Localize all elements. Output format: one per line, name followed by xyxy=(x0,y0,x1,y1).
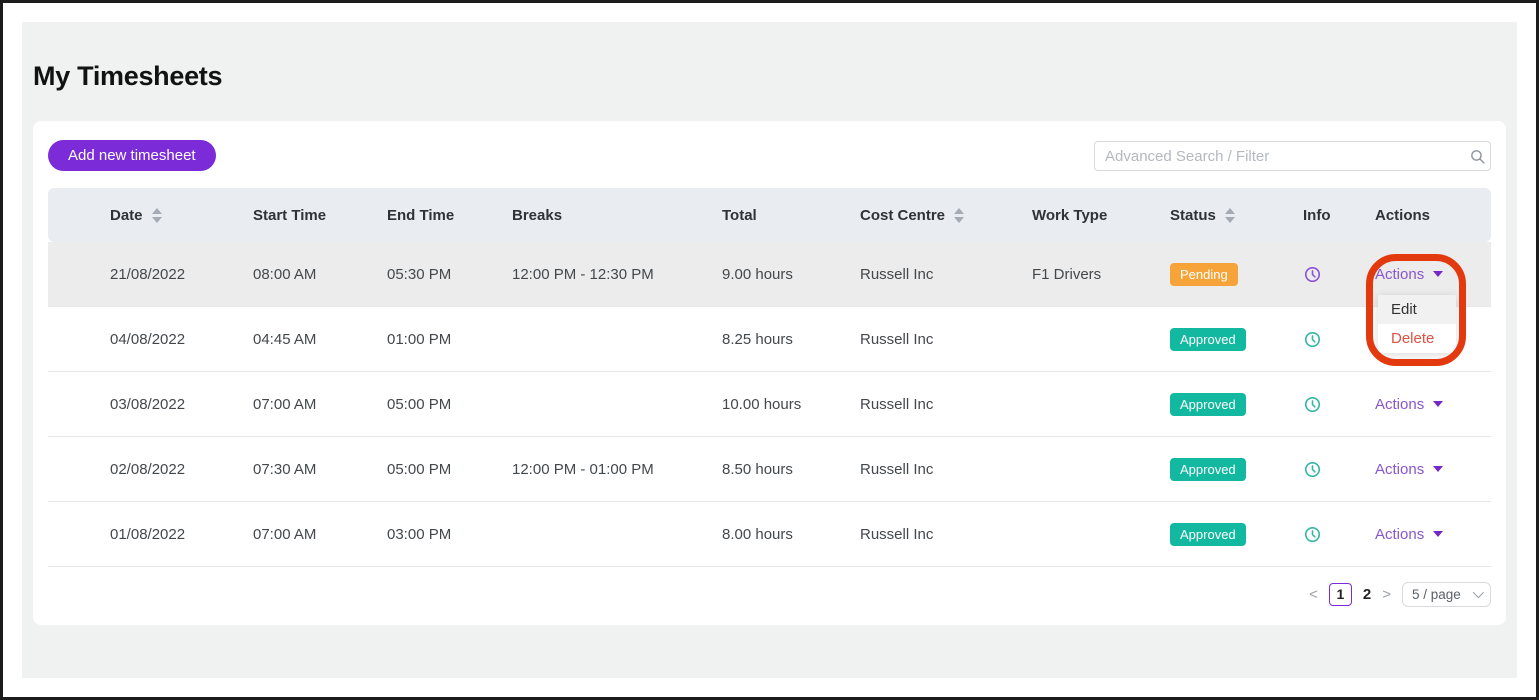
chevron-down-icon xyxy=(1473,587,1484,598)
column-header-info: Info xyxy=(1303,207,1375,224)
timesheets-table: Date Start Time End Time Breaks Total Co… xyxy=(48,188,1491,567)
cell-info xyxy=(1303,525,1375,544)
cell-actions: Actions xyxy=(1375,526,1491,543)
cell-total: 10.00 hours xyxy=(722,396,860,413)
cell-status: Pending xyxy=(1170,263,1303,286)
column-header-end-time: End Time xyxy=(387,207,512,224)
cell-cost-centre: Russell Inc xyxy=(860,526,1032,543)
cell-info xyxy=(1303,460,1375,479)
page-title: My Timesheets xyxy=(33,61,222,92)
status-badge: Approved xyxy=(1170,458,1246,481)
cell-cost-centre: Russell Inc xyxy=(860,331,1032,348)
cell-actions: Actions xyxy=(1375,461,1491,478)
cell-total: 8.50 hours xyxy=(722,461,860,478)
clock-icon[interactable] xyxy=(1303,395,1322,414)
clock-icon[interactable] xyxy=(1303,525,1322,544)
table-row: 03/08/2022 07:00 AM 05:00 PM 10.00 hours… xyxy=(48,372,1491,437)
cell-status: Approved xyxy=(1170,328,1303,351)
cell-actions: Actions xyxy=(1375,266,1491,283)
cell-actions: Actions xyxy=(1375,396,1491,413)
cell-start-time: 07:00 AM xyxy=(253,396,387,413)
cell-total: 8.00 hours xyxy=(722,526,860,543)
cell-total: 9.00 hours xyxy=(722,266,860,283)
clock-icon[interactable] xyxy=(1303,460,1322,479)
table-row: 04/08/2022 04:45 AM 01:00 PM 8.25 hours … xyxy=(48,307,1491,372)
column-header-cost-centre[interactable]: Cost Centre xyxy=(860,207,1032,224)
cell-end-time: 05:30 PM xyxy=(387,266,512,283)
cell-date: 03/08/2022 xyxy=(48,396,253,413)
cell-start-time: 08:00 AM xyxy=(253,266,387,283)
page-size-select[interactable]: 5 / page xyxy=(1402,582,1491,607)
chevron-down-icon xyxy=(1433,271,1443,277)
cell-start-time: 07:30 AM xyxy=(253,461,387,478)
table-row: 01/08/2022 07:00 AM 03:00 PM 8.00 hours … xyxy=(48,502,1491,567)
sort-icon[interactable] xyxy=(152,208,162,223)
cell-cost-centre: Russell Inc xyxy=(860,266,1032,283)
table-header-row: Date Start Time End Time Breaks Total Co… xyxy=(48,188,1491,242)
cell-date: 21/08/2022 xyxy=(48,266,253,283)
column-header-date[interactable]: Date xyxy=(48,207,253,224)
status-badge: Approved xyxy=(1170,393,1246,416)
actions-dropdown-button[interactable]: Actions xyxy=(1375,266,1443,283)
actions-dropdown-button[interactable]: Actions xyxy=(1375,396,1443,413)
actions-dropdown-menu: Edit Delete xyxy=(1378,295,1456,353)
clock-icon[interactable] xyxy=(1303,330,1322,349)
column-header-work-type: Work Type xyxy=(1032,207,1170,224)
chevron-down-icon xyxy=(1433,531,1443,537)
timesheets-card: Add new timesheet Date Start Time End Ti… xyxy=(33,121,1506,625)
previous-page-button[interactable]: < xyxy=(1309,586,1318,603)
cell-start-time: 04:45 AM xyxy=(253,331,387,348)
actions-dropdown-button[interactable]: Actions xyxy=(1375,526,1443,543)
table-row: 02/08/2022 07:30 AM 05:00 PM 12:00 PM - … xyxy=(48,437,1491,502)
advanced-search-field[interactable] xyxy=(1094,141,1491,171)
cell-end-time: 01:00 PM xyxy=(387,331,512,348)
next-page-button[interactable]: > xyxy=(1382,586,1391,603)
pagination: < 1 2 > 5 / page xyxy=(1309,581,1491,607)
cell-work-type: F1 Drivers xyxy=(1032,266,1170,283)
sort-icon[interactable] xyxy=(954,208,964,223)
table-row: 21/08/2022 08:00 AM 05:30 PM 12:00 PM - … xyxy=(48,242,1491,307)
status-badge: Approved xyxy=(1170,328,1246,351)
chevron-down-icon xyxy=(1433,466,1443,472)
cell-breaks: 12:00 PM - 12:30 PM xyxy=(512,266,722,283)
actions-dropdown-button[interactable]: Actions xyxy=(1375,461,1443,478)
column-header-breaks: Breaks xyxy=(512,207,722,224)
cell-end-time: 05:00 PM xyxy=(387,461,512,478)
screenshot-frame: My Timesheets Add new timesheet Date Sta… xyxy=(0,0,1539,700)
menu-item-edit[interactable]: Edit xyxy=(1378,295,1456,324)
column-header-total: Total xyxy=(722,207,860,224)
menu-item-delete[interactable]: Delete xyxy=(1378,324,1456,353)
column-header-actions: Actions xyxy=(1375,207,1491,224)
cell-end-time: 05:00 PM xyxy=(387,396,512,413)
cell-start-time: 07:00 AM xyxy=(253,526,387,543)
page-button-1[interactable]: 1 xyxy=(1329,583,1352,606)
cell-breaks: 12:00 PM - 01:00 PM xyxy=(512,461,722,478)
cell-total: 8.25 hours xyxy=(722,331,860,348)
cell-cost-centre: Russell Inc xyxy=(860,396,1032,413)
sort-icon[interactable] xyxy=(1225,208,1235,223)
status-badge: Approved xyxy=(1170,523,1246,546)
cell-status: Approved xyxy=(1170,523,1303,546)
cell-status: Approved xyxy=(1170,458,1303,481)
cell-date: 01/08/2022 xyxy=(48,526,253,543)
cell-date: 02/08/2022 xyxy=(48,461,253,478)
status-badge: Pending xyxy=(1170,263,1238,286)
search-input[interactable] xyxy=(1095,148,1464,165)
add-new-timesheet-button[interactable]: Add new timesheet xyxy=(48,140,216,171)
column-header-status[interactable]: Status xyxy=(1170,207,1303,224)
cell-cost-centre: Russell Inc xyxy=(860,461,1032,478)
cell-end-time: 03:00 PM xyxy=(387,526,512,543)
page-button-2[interactable]: 2 xyxy=(1363,586,1371,603)
column-header-start-time: Start Time xyxy=(253,207,387,224)
search-icon[interactable] xyxy=(1464,148,1490,165)
chevron-down-icon xyxy=(1433,401,1443,407)
cell-date: 04/08/2022 xyxy=(48,331,253,348)
cell-info xyxy=(1303,330,1375,349)
cell-status: Approved xyxy=(1170,393,1303,416)
clock-icon[interactable] xyxy=(1303,265,1322,284)
cell-info xyxy=(1303,395,1375,414)
cell-info xyxy=(1303,265,1375,284)
